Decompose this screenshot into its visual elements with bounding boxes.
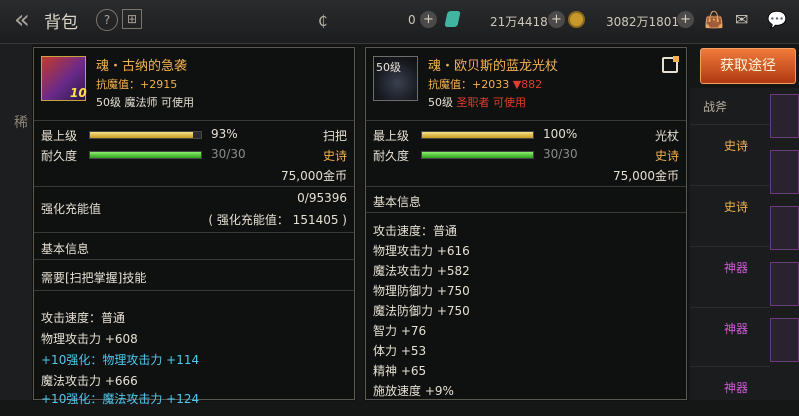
item-name: 魂・欧贝斯的蓝龙光杖 [428, 59, 559, 74]
help-icon[interactable]: ? [96, 9, 118, 31]
item-price: 75,000金币 [613, 169, 679, 183]
settings-grid-icon[interactable]: ⊞ [122, 9, 142, 29]
divider [34, 232, 354, 233]
add-gold-button[interactable]: + [677, 11, 694, 28]
list-item[interactable]: 史诗 [690, 124, 770, 174]
divider [366, 120, 686, 121]
share-icon[interactable] [662, 56, 679, 73]
rarity-label: 史诗 [654, 149, 679, 163]
skill-requirement: 需要[扫把掌握]技能 [41, 271, 147, 285]
weapon-staff-icon: 50级 [373, 56, 418, 101]
gold-amount: 3082万1801 [606, 15, 680, 29]
get-source-button[interactable]: 获取途径 [700, 48, 796, 84]
currency-c-icon: ₵ [318, 12, 328, 30]
rarity-label: 史诗 [322, 149, 347, 163]
item-thumbnail[interactable] [770, 206, 799, 250]
currency-1-amount: 0 [408, 13, 416, 27]
max-level-bar [89, 131, 202, 139]
durability-fill [422, 152, 533, 158]
stat-line: 体力 +53 [373, 344, 427, 358]
magic-resist-value: 抗魔值：+2033 ▼882 [428, 76, 542, 92]
rarity-filter-label: 稀 [14, 115, 28, 131]
class-requirement: 圣职者 可使用 [456, 96, 527, 109]
top-bar: « 背包 ? ⊞ ₵ 0 + 21万4418 + 3082万1801 + 👜 ✉… [0, 0, 799, 44]
divider [34, 120, 354, 121]
list-item[interactable]: 神器 [690, 307, 770, 357]
bag-icon[interactable]: 👜 [704, 10, 724, 29]
max-level-fill [90, 132, 194, 138]
item-thumbnail[interactable] [770, 94, 799, 138]
max-level-percent: 93% [211, 127, 238, 141]
divider [34, 186, 354, 187]
basic-info-title: 基本信息 [373, 195, 422, 209]
divider [366, 186, 686, 187]
max-level-label: 最上级 [41, 129, 78, 143]
basic-info-title: 基本信息 [41, 242, 90, 256]
durability-bar [89, 151, 202, 159]
stat-line: 魔法攻击力 +582 [373, 264, 470, 278]
max-level-percent: 100% [543, 127, 578, 141]
divider [34, 290, 354, 291]
gem-icon [444, 11, 461, 27]
level-requirement: 50级 圣职者 可使用 [428, 94, 526, 110]
stat-line: 智力 +76 [373, 324, 427, 338]
enhance-value: 0/95396 [297, 191, 347, 205]
enhance-label: 强化充能值 [41, 202, 102, 216]
weapon-broom-icon: 10 [41, 56, 87, 101]
stat-line-enhanced: +10强化：物理攻击力 +114 [41, 353, 200, 367]
add-currency-2-button[interactable]: + [548, 11, 565, 28]
chat-icon[interactable]: 💬 [767, 10, 787, 29]
max-level-label: 最上级 [373, 129, 410, 143]
stat-line: 魔法攻击力 +666 [41, 374, 138, 388]
background-left-column: 稀 [0, 44, 32, 400]
back-arrow-icon[interactable]: « [4, 5, 40, 37]
item-name: 魂・古纳的急袭 [96, 59, 188, 74]
durability-value: 30/30 [211, 147, 246, 161]
divider [34, 259, 354, 260]
weapon-type: 光杖 [654, 129, 679, 143]
stat-line: 物理攻击力 +616 [373, 244, 470, 258]
max-level-fill [422, 132, 533, 138]
stat-line: 物理防御力 +750 [373, 284, 470, 298]
item-tooltip-compare: 50级 魂・欧贝斯的蓝龙光杖 抗魔值：+2033 ▼882 50级 圣职者 可使… [365, 47, 687, 400]
add-currency-1-button[interactable]: + [420, 11, 437, 28]
max-level-bar [421, 131, 534, 139]
level-requirement: 50级 魔法师 可使用 [96, 96, 194, 109]
magic-resist-value: 抗魔值：+2915 [96, 78, 178, 91]
item-tooltip-equipped: 10 魂・古纳的急袭 抗魔值：+2915 50级 魔法师 可使用 最上级 93%… [33, 47, 355, 406]
item-thumbnail[interactable] [770, 318, 799, 362]
stat-line: 攻击速度：普通 [41, 311, 126, 325]
magic-resist-diff: ▼882 [512, 78, 543, 91]
item-thumbnail[interactable] [770, 150, 799, 194]
stat-line: 施放速度 +9% [373, 384, 454, 398]
level-text: 50级 [428, 96, 453, 109]
item-level-badge: 50级 [376, 61, 401, 74]
list-item[interactable]: 史诗 [690, 185, 770, 235]
item-thumbnail[interactable] [770, 262, 799, 306]
durability-value: 30/30 [543, 147, 578, 161]
enhance-sub-value: ( 强化充能值： 151405 ) [208, 213, 347, 227]
list-item[interactable]: 神器 [690, 366, 770, 416]
divider [366, 212, 686, 213]
right-list-header: 战斧 [703, 100, 728, 114]
item-price: 75,000金币 [281, 169, 347, 183]
weapon-type: 扫把 [322, 129, 347, 143]
currency-2-amount: 21万4418 [490, 15, 548, 29]
stat-line: 精神 +65 [373, 364, 427, 378]
list-item[interactable]: 神器 [690, 246, 770, 296]
durability-fill [90, 152, 201, 158]
gold-coin-icon [568, 11, 585, 28]
stat-line: 魔法防御力 +750 [373, 304, 470, 318]
durability-label: 耐久度 [41, 149, 78, 163]
durability-label: 耐久度 [373, 149, 410, 163]
page-title: 背包 [44, 13, 78, 33]
stat-line: 攻击速度：普通 [373, 224, 458, 238]
stat-line-enhanced: +10强化：魔法攻击力 +124 [41, 392, 200, 406]
mail-icon[interactable]: ✉ [735, 10, 748, 29]
stat-line: 物理攻击力 +608 [41, 332, 138, 346]
magic-resist-text: 抗魔值：+2033 [428, 78, 510, 91]
enhance-level-badge: 10 [70, 86, 87, 100]
durability-bar [421, 151, 534, 159]
